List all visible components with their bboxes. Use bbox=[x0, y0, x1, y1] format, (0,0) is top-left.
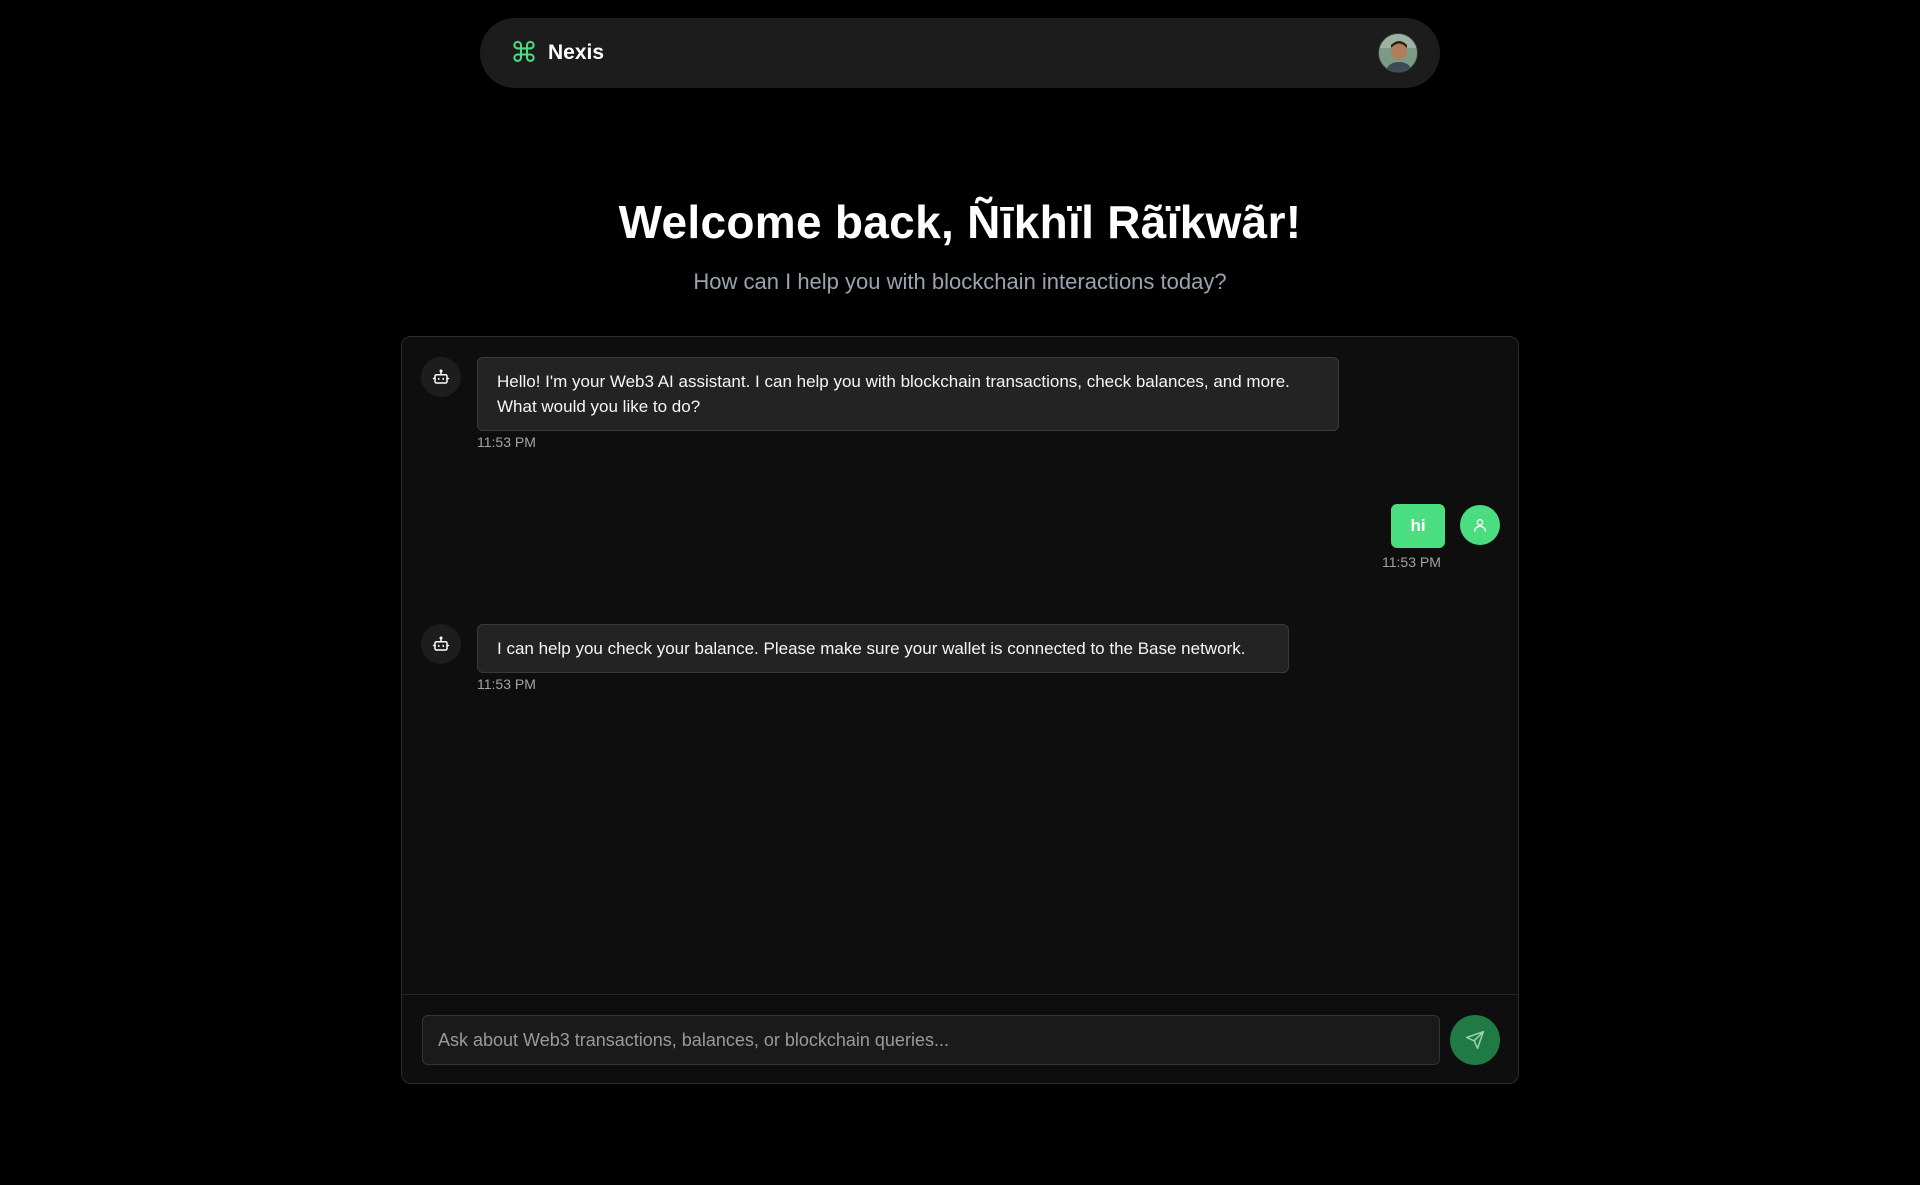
brand[interactable]: ⌘ Nexis bbox=[510, 39, 604, 67]
user-profile-avatar[interactable] bbox=[1378, 33, 1418, 73]
chat-input[interactable] bbox=[422, 1015, 1440, 1065]
assistant-message-bubble: Hello! I'm your Web3 AI assistant. I can… bbox=[477, 357, 1339, 431]
welcome-section: Welcome back, Ñīkhïl Rãïkwãr! How can I … bbox=[0, 195, 1920, 295]
bot-icon bbox=[432, 369, 450, 384]
user-icon bbox=[1474, 519, 1486, 532]
message-list[interactable]: Hello! I'm your Web3 AI assistant. I can… bbox=[402, 337, 1518, 994]
send-button[interactable] bbox=[1450, 1015, 1500, 1065]
bot-icon bbox=[432, 636, 450, 651]
profile-photo-icon bbox=[1379, 34, 1417, 72]
welcome-subtitle: How can I help you with blockchain inter… bbox=[693, 269, 1227, 294]
chat-panel: Hello! I'm your Web3 AI assistant. I can… bbox=[401, 336, 1519, 1084]
bot-avatar bbox=[421, 357, 461, 397]
message-timestamp: 11:53 PM bbox=[477, 676, 536, 692]
message-timestamp: 11:53 PM bbox=[477, 434, 536, 450]
chat-input-bar bbox=[402, 994, 1518, 1083]
send-icon bbox=[1465, 1030, 1485, 1050]
message-timestamp: 11:53 PM bbox=[1382, 554, 1441, 570]
bot-avatar bbox=[421, 624, 461, 664]
assistant-message-bubble: I can help you check your balance. Pleas… bbox=[477, 624, 1289, 673]
welcome-title: Welcome back, Ñīkhïl Rãïkwãr! bbox=[618, 196, 1302, 248]
user-message-bubble: hi bbox=[1391, 504, 1445, 548]
top-navbar: ⌘ Nexis bbox=[480, 18, 1440, 88]
user-avatar bbox=[1460, 505, 1500, 545]
brand-name: Nexis bbox=[548, 41, 605, 64]
command-icon: ⌘ bbox=[510, 36, 538, 69]
